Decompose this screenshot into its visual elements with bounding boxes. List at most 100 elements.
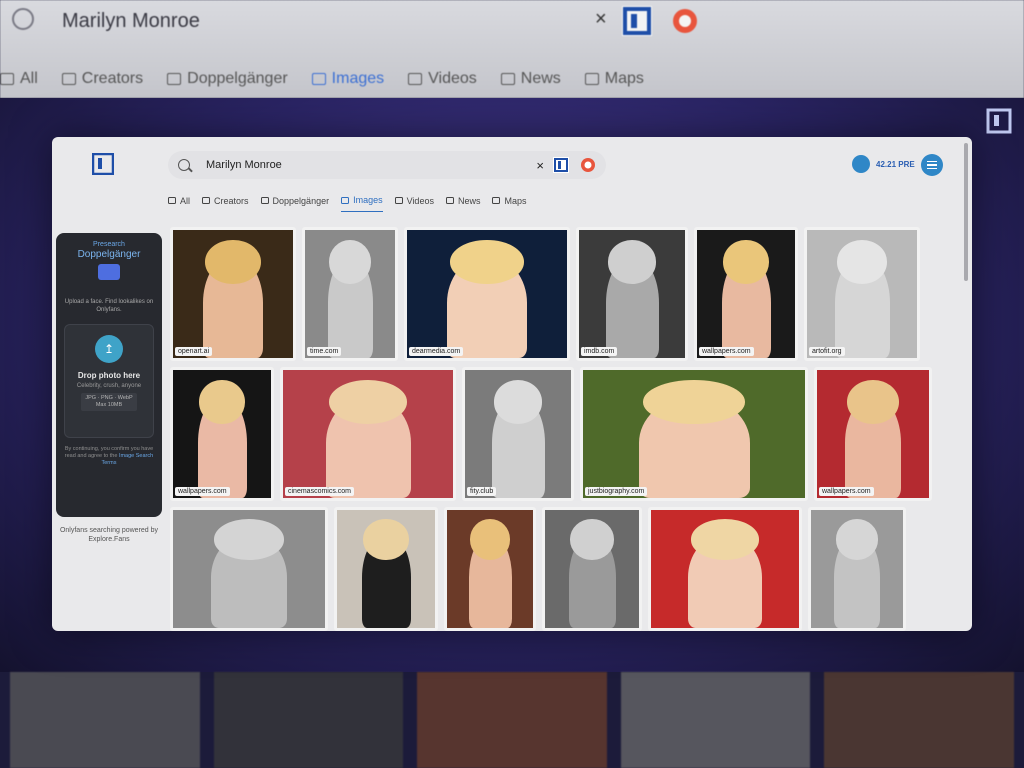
doppelg-nger-tab-icon: [167, 73, 182, 85]
firefox-icon: [673, 9, 697, 33]
photo-subject-hair: [607, 240, 657, 284]
presearch-logo-icon[interactable]: [92, 153, 114, 175]
background-tab-doppelg-nger: Doppelgänger: [167, 70, 288, 88]
photo-subject-hair: [329, 240, 371, 284]
images-tab-icon: [311, 73, 326, 85]
creators-tab-icon: [61, 73, 76, 85]
all-tab-icon: [168, 197, 176, 204]
image-result[interactable]: artofit.org: [804, 227, 920, 361]
presearch-corner-logo-icon: [986, 108, 1012, 134]
search-input[interactable]: Marilyn Monroe: [206, 159, 536, 171]
doppelganger-emblem-icon: [98, 264, 120, 280]
doppelg-nger-tab-icon: [260, 197, 269, 204]
tab-label: Maps: [504, 195, 527, 206]
background-tab-label: Images: [331, 70, 385, 87]
sidebar-brand: Presearch: [93, 241, 125, 248]
image-result[interactable]: wallpapers.com: [694, 227, 798, 361]
background-tab-all: All: [0, 70, 38, 88]
image-source-label[interactable]: justbiography.com: [585, 487, 648, 496]
image-result[interactable]: [170, 507, 328, 631]
presearch-engine-icon[interactable]: [552, 156, 570, 174]
photo-subject-hair: [836, 240, 888, 284]
image-row: wallpapers.com cinemascomics.com fity.club…: [170, 367, 962, 501]
search-tabs: All Creators Doppelgänger Images Videos News M…: [168, 195, 538, 212]
image-result[interactable]: openart.ai: [170, 227, 296, 361]
tab-creators[interactable]: Creators: [202, 195, 249, 212]
image-source-label[interactable]: time.com: [307, 347, 342, 356]
image-result[interactable]: [334, 507, 438, 631]
tab-doppelg-nger[interactable]: Doppelgänger: [260, 195, 329, 212]
background-tab-label: Videos: [428, 70, 477, 87]
photo-subject-hair: [835, 519, 879, 560]
tab-videos[interactable]: Videos: [394, 195, 434, 212]
tab-all[interactable]: All: [168, 195, 190, 212]
image-source-label[interactable]: wallpapers.com: [175, 487, 230, 496]
terms-text: By continuing, you confirm you have read…: [64, 446, 154, 466]
firefox-icon[interactable]: [580, 157, 596, 173]
image-result[interactable]: imdb.com: [576, 227, 688, 361]
image-source-label[interactable]: wallpapers.com: [699, 347, 754, 356]
menu-button[interactable]: [921, 154, 943, 176]
image-source-label[interactable]: fity.club: [467, 487, 497, 496]
dropzone-subtitle: Celebrity, crush, anyone: [76, 383, 142, 389]
videos-tab-icon: [408, 73, 423, 85]
scrollbar[interactable]: [964, 143, 968, 281]
image-source-label[interactable]: wallpapers.com: [819, 487, 874, 496]
background-tab-label: Maps: [604, 70, 644, 87]
image-result[interactable]: [542, 507, 642, 631]
upload-icon: ↥: [95, 335, 123, 363]
image-result[interactable]: [444, 507, 536, 631]
image-result[interactable]: time.com: [302, 227, 398, 361]
image-source-label[interactable]: artofit.org: [809, 347, 845, 356]
background-image-strip: [0, 672, 1024, 768]
image-result[interactable]: wallpapers.com: [170, 367, 274, 501]
image-source-label[interactable]: dearmedia.com: [409, 347, 464, 356]
background-tab-news: News: [500, 70, 561, 88]
dropzone-formats: JPG · PNG · WebP Max 10MB: [81, 393, 137, 411]
image-result[interactable]: cinemascomics.com: [280, 367, 456, 501]
background-tabs: All Creators Doppelgänger Images Videos News M…: [0, 70, 668, 88]
creators-tab-icon: [202, 197, 211, 204]
image-row: openart.ai time.com dearmedia.com imdb.com w…: [170, 227, 962, 361]
videos-tab-icon: [394, 197, 403, 204]
background-tab-label: News: [520, 70, 561, 87]
image-source-label[interactable]: cinemascomics.com: [285, 487, 355, 496]
background-tab-creators: Creators: [61, 70, 144, 88]
background-tab-label: Creators: [81, 70, 144, 87]
image-result[interactable]: [648, 507, 802, 631]
background-tab-images: Images: [311, 70, 385, 88]
credits-badge[interactable]: 42.21 PRE: [852, 155, 915, 173]
search-icon: [178, 159, 190, 171]
clear-search-icon[interactable]: ×: [536, 158, 544, 173]
tab-maps[interactable]: Maps: [492, 195, 526, 212]
image-result[interactable]: fity.club: [462, 367, 574, 501]
tab-images[interactable]: Images: [341, 195, 383, 212]
search-icon: [12, 8, 34, 30]
powered-by-text: Onlyfans searching powered by Explore.Fa…: [59, 527, 159, 543]
tab-label: Videos: [406, 195, 434, 206]
image-result[interactable]: justbiography.com: [580, 367, 808, 501]
image-source-label[interactable]: openart.ai: [175, 347, 213, 356]
image-source-label[interactable]: imdb.com: [581, 347, 618, 356]
all-tab-icon: [0, 73, 14, 85]
photo-dropzone[interactable]: ↥ Drop photo here Celebrity, crush, anyo…: [64, 324, 154, 438]
photo-subject-hair: [214, 519, 284, 560]
background-tab-videos: Videos: [408, 70, 477, 88]
background-tab-label: All: [20, 70, 38, 87]
search-bar[interactable]: Marilyn Monroe ×: [168, 151, 606, 179]
background-tab-maps: Maps: [584, 70, 644, 88]
sidebar-description: Upload a face. Find lookalikes on Onlyfa…: [64, 299, 154, 313]
photo-subject-hair: [570, 519, 614, 560]
image-result[interactable]: wallpapers.com: [814, 367, 932, 501]
tab-news[interactable]: News: [445, 195, 481, 212]
browser-window: Marilyn Monroe × 42.21 PRE All Creators Do…: [52, 137, 972, 631]
news-tab-icon: [445, 197, 454, 204]
image-results-grid: openart.ai time.com dearmedia.com imdb.com w…: [170, 227, 962, 631]
image-result[interactable]: [808, 507, 906, 631]
tab-label: Images: [353, 195, 383, 205]
credits-icon: [852, 155, 870, 173]
image-result[interactable]: dearmedia.com: [404, 227, 570, 361]
maps-tab-icon: [492, 197, 501, 204]
photo-subject-hair: [328, 380, 408, 424]
tab-label: News: [457, 195, 481, 206]
